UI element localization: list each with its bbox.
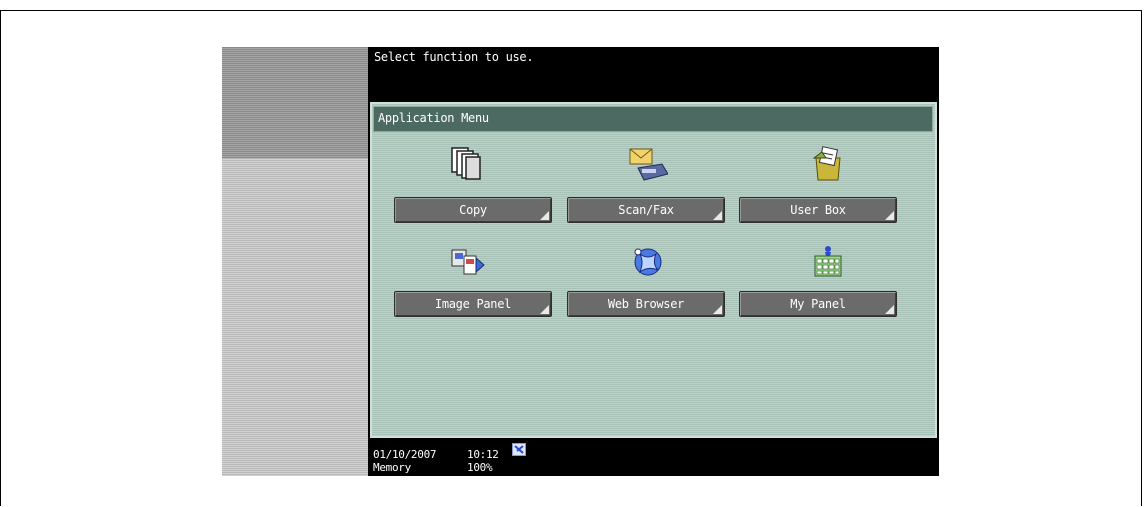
panel-title: Application Menu <box>378 111 489 125</box>
network-status-icon <box>512 443 526 456</box>
scan-fax-button[interactable]: Scan/Fax <box>567 197 725 223</box>
side-strip-bottom <box>222 158 368 476</box>
web-browser-icon <box>634 248 662 276</box>
my-panel-icon <box>814 246 842 277</box>
image-panel-icon <box>451 249 485 275</box>
memory-value: 100% <box>467 461 493 474</box>
copy-icon <box>451 147 481 180</box>
image-panel-button[interactable]: Image Panel <box>394 291 552 317</box>
user-box-icon <box>812 146 841 181</box>
panel-header: Application Menu <box>373 106 933 132</box>
status-time: 10:12 <box>467 448 499 461</box>
memory-label: Memory <box>373 461 411 474</box>
copy-button[interactable]: Copy <box>394 197 552 223</box>
side-strip-top <box>222 47 368 158</box>
user-box-button[interactable]: User Box <box>739 197 897 223</box>
web-browser-button[interactable]: Web Browser <box>567 291 725 317</box>
instruction-message: Select function to use. <box>374 50 534 64</box>
scan-fax-icon <box>629 148 668 181</box>
status-date: 01/10/2007 <box>373 448 437 461</box>
my-panel-button[interactable]: My Panel <box>739 291 897 317</box>
